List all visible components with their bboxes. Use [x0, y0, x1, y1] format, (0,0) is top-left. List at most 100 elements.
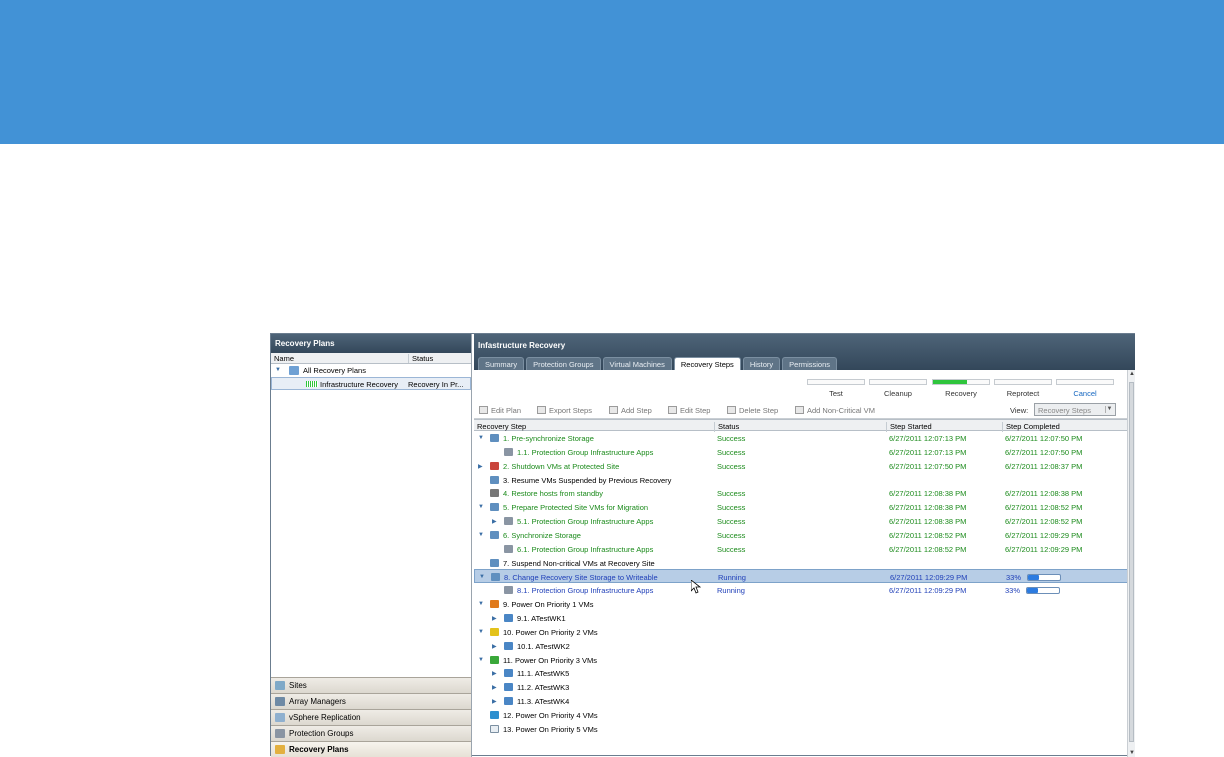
- step-started: 6/27/2011 12:07:13 PM: [889, 434, 967, 443]
- step-row[interactable]: 1.1. Protection Group Infrastructure App…: [474, 445, 1135, 459]
- nav-item-vsphere-replication[interactable]: vSphere Replication: [271, 709, 471, 725]
- chevron-down-icon[interactable]: ▼: [275, 367, 281, 373]
- tab-permissions[interactable]: Permissions: [782, 357, 837, 370]
- scroll-up-icon[interactable]: ▲: [1129, 371, 1135, 377]
- column-status-header[interactable]: Status: [408, 354, 433, 363]
- step-icon: [490, 724, 499, 733]
- toolbar-delete-step-button[interactable]: Delete Step: [727, 406, 778, 415]
- step-row[interactable]: ▼ 1. Pre-synchronize Storage Success 6/27/2…: [474, 431, 1135, 445]
- step-icon: [504, 586, 513, 595]
- nav-item-label: Array Managers: [289, 697, 346, 706]
- chevron-right-icon[interactable]: ▶: [478, 463, 483, 470]
- tab-history[interactable]: History: [742, 357, 781, 370]
- nav-item-sites[interactable]: Sites: [271, 677, 471, 693]
- step-row[interactable]: 6.1. Protection Group Infrastructure App…: [474, 542, 1135, 556]
- step-row[interactable]: ▶ 5.1. Protection Group Infrastructure Ap…: [474, 514, 1135, 528]
- tree-item-all-plans[interactable]: ▼ All Recovery Plans: [271, 364, 471, 377]
- step-row[interactable]: ▼ 10. Power On Priority 2 VMs: [474, 625, 1135, 639]
- step-completed: 6/27/2011 12:08:38 PM: [1005, 489, 1083, 499]
- chevron-down-icon[interactable]: ▼: [478, 504, 484, 510]
- vertical-scrollbar[interactable]: ▲ ▼: [1127, 370, 1135, 757]
- step-row[interactable]: ▶ 11.2. ATestWK3: [474, 680, 1135, 694]
- phase-cancel[interactable]: Cancel: [1056, 379, 1114, 398]
- step-row[interactable]: 3. Resume VMs Suspended by Previous Reco…: [474, 473, 1135, 487]
- step-row[interactable]: 4. Restore hosts from standby Success 6/27…: [474, 486, 1135, 500]
- chevron-down-icon[interactable]: ▼: [479, 574, 485, 580]
- cancel-link[interactable]: Cancel: [1056, 389, 1114, 398]
- scroll-thumb[interactable]: [1129, 382, 1134, 742]
- step-row[interactable]: ▼ 6. Synchronize Storage Success 6/27/2011 …: [474, 528, 1135, 542]
- chevron-down-icon[interactable]: ▼: [478, 657, 484, 663]
- step-row[interactable]: ▼ 5. Prepare Protected Site VMs for Migra…: [474, 500, 1135, 514]
- toolbar-export-steps-button[interactable]: Export Steps: [537, 406, 592, 415]
- chevron-right-icon[interactable]: ▶: [492, 643, 497, 650]
- step-started: 6/27/2011 12:08:52 PM: [889, 530, 967, 540]
- toolbar-edit-step-button[interactable]: Edit Step: [668, 406, 710, 415]
- step-started: 6/27/2011 12:07:50 PM: [889, 461, 967, 471]
- toolbar-add-step-button[interactable]: Add Step: [609, 406, 652, 415]
- step-row[interactable]: 8.1. Protection Group Infrastructure App…: [474, 583, 1135, 597]
- nav-item-protection-groups[interactable]: Protection Groups: [271, 725, 471, 741]
- step-icon: [504, 447, 513, 456]
- chevron-right-icon[interactable]: ▶: [492, 518, 497, 525]
- step-row[interactable]: ▼ 8. Change Recovery Site Storage to Writ…: [474, 569, 1135, 584]
- chevron-down-icon[interactable]: ▼: [478, 532, 484, 538]
- chevron-right-icon[interactable]: ▶: [492, 615, 497, 622]
- step-row[interactable]: ▶ 10.1. ATestWK2: [474, 639, 1135, 653]
- step-completed: 33%: [1005, 586, 1021, 596]
- step-label: 1.1. Protection Group Infrastructure App…: [517, 447, 654, 457]
- step-status: Running: [717, 586, 745, 596]
- step-row[interactable]: 12. Power On Priority 4 VMs: [474, 708, 1135, 722]
- step-icon: [490, 475, 499, 484]
- nav-item-array-managers[interactable]: Array Managers: [271, 693, 471, 709]
- step-row[interactable]: ▶ 9.1. ATestWK1: [474, 611, 1135, 625]
- tree-item-label: All Recovery Plans: [303, 366, 366, 375]
- toolbar-edit-plan-button[interactable]: Edit Plan: [479, 406, 521, 415]
- step-row[interactable]: ▶ 2. Shutdown VMs at Protected Site Succes…: [474, 459, 1135, 473]
- tab-virtual-machines[interactable]: Virtual Machines: [602, 357, 672, 370]
- edit-plan-icon: [479, 406, 488, 414]
- chevron-right-icon[interactable]: ▶: [492, 698, 497, 705]
- step-icon: [490, 461, 499, 470]
- tab-recovery-steps[interactable]: Recovery Steps: [673, 357, 741, 370]
- step-row[interactable]: ▼ 9. Power On Priority 1 VMs: [474, 597, 1135, 611]
- toolbar-label: Export Steps: [549, 406, 592, 415]
- tab-summary[interactable]: Summary: [478, 357, 525, 370]
- toolbar-label: Edit Plan: [491, 406, 522, 415]
- step-label: 10.1. ATestWK2: [517, 641, 570, 651]
- scroll-down-icon[interactable]: ▼: [1129, 750, 1135, 756]
- phase-label: Test: [829, 389, 843, 398]
- step-row[interactable]: ▼ 11. Power On Priority 3 VMs: [474, 653, 1135, 667]
- chevron-right-icon[interactable]: ▶: [492, 684, 497, 691]
- step-icon: [490, 530, 499, 539]
- dropdown-arrow-icon[interactable]: ▼: [1105, 406, 1113, 413]
- tab-protection-groups[interactable]: Protection Groups: [526, 357, 601, 370]
- step-icon: [504, 613, 513, 622]
- chevron-down-icon[interactable]: ▼: [478, 435, 484, 441]
- step-row[interactable]: ▶ 11.1. ATestWK5: [474, 666, 1135, 680]
- chevron-down-icon[interactable]: ▼: [478, 601, 484, 607]
- step-progress-fill: [1027, 588, 1038, 594]
- phase-bar: [869, 379, 927, 385]
- view-select-value: Recovery Steps: [1038, 406, 1091, 415]
- step-status: Success: [717, 489, 746, 499]
- step-row[interactable]: ▶ 11.3. ATestWK4: [474, 694, 1135, 708]
- view-select[interactable]: Recovery Steps ▼: [1034, 403, 1116, 416]
- tree-item-infrastructure-recovery[interactable]: Infrastructure Recovery Recovery In Pr..…: [271, 377, 471, 390]
- nav-item-recovery-plans[interactable]: Recovery Plans: [271, 741, 471, 757]
- step-started: 6/27/2011 12:08:52 PM: [889, 544, 967, 554]
- steps-grid: ▼ 1. Pre-synchronize Storage Success 6/27/2…: [474, 431, 1135, 736]
- step-progress-bar: [1027, 574, 1061, 582]
- step-label: 8. Change Recovery Site Storage to Write…: [504, 573, 658, 583]
- progress-icon: [306, 381, 318, 387]
- column-name-header[interactable]: Name: [274, 354, 294, 363]
- step-started: 6/27/2011 12:08:38 PM: [889, 489, 967, 499]
- chevron-down-icon[interactable]: ▼: [478, 629, 484, 635]
- chevron-right-icon[interactable]: ▶: [492, 670, 497, 677]
- toolbar-add-non-critical-vm-button[interactable]: Add Non-Critical VM: [795, 406, 875, 415]
- step-row[interactable]: 13. Power On Priority 5 VMs: [474, 722, 1135, 736]
- toolbar-label: Edit Step: [680, 406, 711, 415]
- export-icon: [537, 406, 546, 414]
- step-icon: [490, 434, 499, 442]
- step-row[interactable]: 7. Suspend Non-critical VMs at Recovery …: [474, 556, 1135, 570]
